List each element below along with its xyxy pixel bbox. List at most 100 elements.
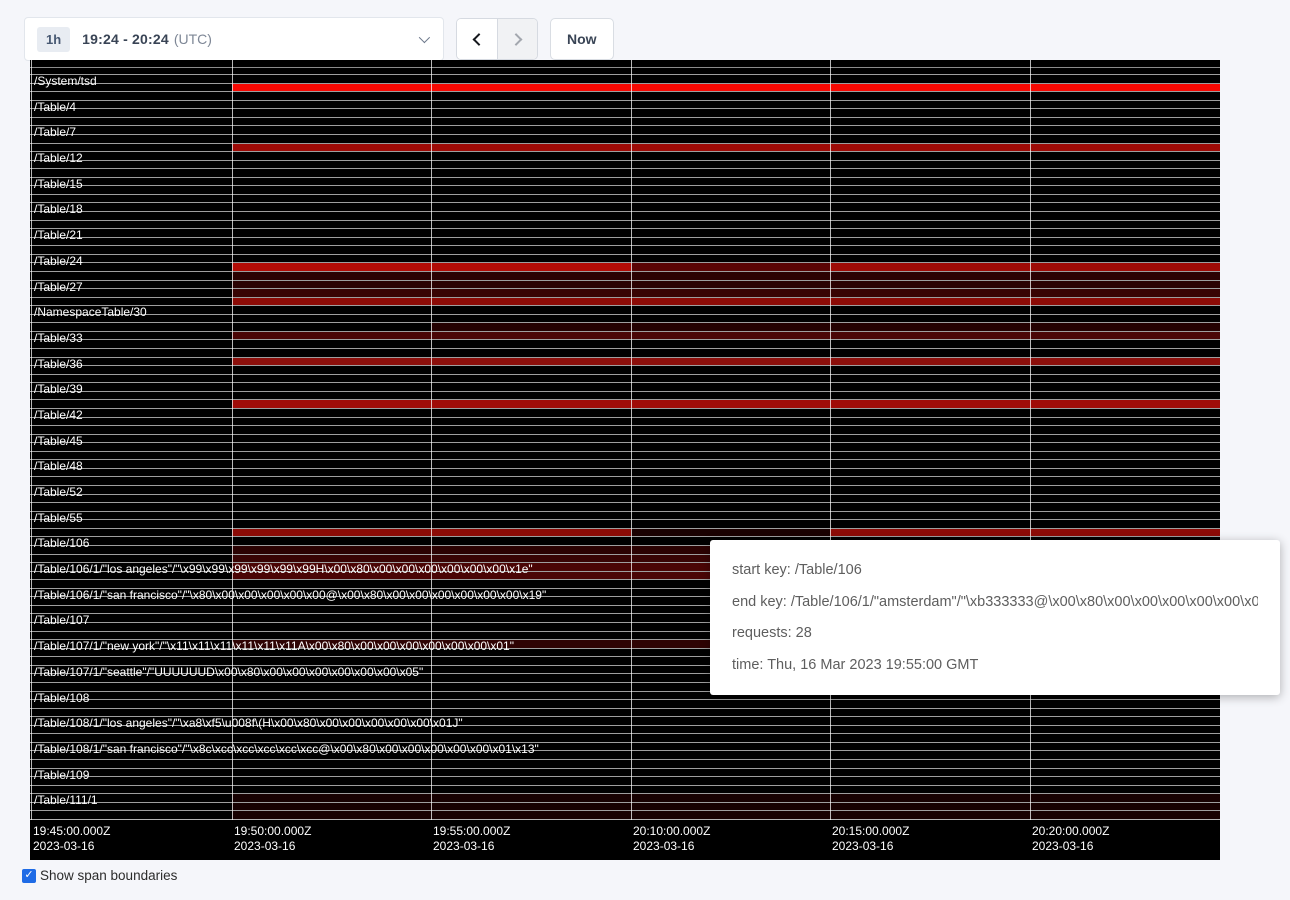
span-group[interactable]: /Table/45	[30, 434, 1220, 460]
span-group[interactable]: /Table/36	[30, 357, 1220, 383]
span-bucket-row[interactable]	[30, 331, 1220, 340]
span-group[interactable]: /Table/18	[30, 202, 1220, 228]
span-bucket-row[interactable]	[30, 74, 1220, 83]
span-group[interactable]: /Table/108/1/"san francisco"/"\x8c\xcc\x…	[30, 742, 1220, 768]
prev-range-button[interactable]	[457, 19, 497, 59]
span-bucket-row[interactable]	[30, 365, 1220, 374]
heat-cell[interactable]	[1030, 263, 1220, 271]
span-bucket-row[interactable]	[30, 245, 1220, 254]
span-group[interactable]: /Table/39	[30, 382, 1220, 408]
heat-cell[interactable]	[1030, 529, 1220, 537]
span-group[interactable]: /Table/55	[30, 511, 1220, 537]
span-bucket-row[interactable]	[30, 519, 1220, 528]
span-bucket-row[interactable]	[30, 374, 1220, 383]
heat-cell[interactable]	[431, 263, 631, 271]
span-bucket-row[interactable]	[30, 699, 1220, 708]
heat-band[interactable]	[232, 281, 1220, 289]
span-bucket-row[interactable]	[30, 425, 1220, 434]
span-group[interactable]: /Table/24	[30, 254, 1220, 280]
span-bucket-row[interactable]	[30, 511, 1220, 520]
span-group[interactable]: /Table/21	[30, 228, 1220, 254]
span-bucket-row[interactable]	[30, 254, 1220, 263]
show-span-boundaries-checkbox[interactable]: ✓	[22, 869, 36, 883]
heat-band[interactable]	[232, 794, 1220, 802]
heat-cell[interactable]	[631, 263, 830, 271]
span-bucket-row[interactable]	[30, 733, 1220, 742]
span-bucket-row[interactable]	[30, 442, 1220, 451]
now-button[interactable]: Now	[550, 18, 614, 60]
span-group[interactable]: /Table/33	[30, 331, 1220, 357]
span-group[interactable]: /NamespaceTable/30	[30, 305, 1220, 331]
span-group[interactable]: /Table/27	[30, 280, 1220, 306]
span-bucket-row[interactable]	[30, 476, 1220, 485]
span-bucket-row[interactable]	[30, 160, 1220, 169]
time-range-select[interactable]: 1h 19:24 - 20:24 (UTC)	[24, 17, 444, 61]
span-bucket-row[interactable]	[30, 305, 1220, 314]
span-bucket-row[interactable]	[30, 382, 1220, 391]
span-rows[interactable]: /System/tsd/Table/4/Table/7/Table/12/Tab…	[30, 60, 1220, 820]
span-bucket-row[interactable]	[30, 502, 1220, 511]
span-bucket-row[interactable]	[30, 357, 1220, 366]
span-bucket-row[interactable]	[30, 297, 1220, 306]
heat-band[interactable]	[232, 803, 1220, 811]
span-bucket-row[interactable]	[30, 399, 1220, 408]
span-bucket-row[interactable]	[30, 434, 1220, 443]
heat-cell[interactable]	[631, 323, 830, 331]
span-bucket-row[interactable]	[30, 802, 1220, 811]
heat-cell[interactable]	[1030, 323, 1220, 331]
span-bucket-row[interactable]	[30, 810, 1220, 819]
span-bucket-row[interactable]	[30, 339, 1220, 348]
heat-band[interactable]	[232, 811, 1220, 819]
span-bucket-row[interactable]	[30, 776, 1220, 785]
heat-cell[interactable]	[830, 323, 1030, 331]
span-bucket-row[interactable]	[30, 83, 1220, 92]
heat-band[interactable]	[232, 144, 1220, 152]
span-bucket-row[interactable]	[30, 100, 1220, 109]
span-bucket-row[interactable]	[30, 125, 1220, 134]
heat-band[interactable]	[232, 289, 1220, 297]
heat-cell[interactable]	[431, 529, 631, 537]
span-bucket-row[interactable]	[30, 185, 1220, 194]
span-bucket-row[interactable]	[30, 91, 1220, 100]
span-bucket-row[interactable]	[30, 168, 1220, 177]
span-bucket-row[interactable]	[30, 220, 1220, 229]
span-bucket-row[interactable]	[30, 459, 1220, 468]
span-bucket-row[interactable]	[30, 143, 1220, 152]
span-bucket-row[interactable]	[30, 485, 1220, 494]
span-group[interactable]: /Table/15	[30, 177, 1220, 203]
heat-cell[interactable]	[232, 529, 431, 537]
span-group[interactable]: /Table/42	[30, 408, 1220, 434]
span-bucket-row[interactable]	[30, 348, 1220, 357]
span-bucket-row[interactable]	[30, 785, 1220, 794]
span-bucket-row[interactable]	[30, 528, 1220, 537]
heat-cell[interactable]	[431, 323, 631, 331]
span-bucket-row[interactable]	[30, 288, 1220, 297]
span-group[interactable]: /Table/12	[30, 151, 1220, 177]
span-bucket-row[interactable]	[30, 237, 1220, 246]
span-bucket-row[interactable]	[30, 134, 1220, 143]
heat-band[interactable]	[232, 298, 1220, 306]
heat-band[interactable]	[232, 332, 1220, 340]
span-group[interactable]: /Table/108/1/"los angeles"/"\xa8\xf5\u00…	[30, 716, 1220, 742]
heat-cell[interactable]	[232, 263, 431, 271]
span-group[interactable]: /Table/52	[30, 485, 1220, 511]
heat-band[interactable]	[232, 84, 1220, 92]
span-bucket-row[interactable]	[30, 117, 1220, 126]
span-bucket-row[interactable]	[30, 391, 1220, 400]
span-bucket-row[interactable]	[30, 708, 1220, 717]
span-bucket-row[interactable]	[30, 271, 1220, 280]
span-bucket-row[interactable]	[30, 151, 1220, 160]
span-bucket-row[interactable]	[30, 417, 1220, 426]
span-bucket-row[interactable]	[30, 468, 1220, 477]
span-bucket-row[interactable]	[30, 211, 1220, 220]
span-group[interactable]: /Table/4	[30, 100, 1220, 126]
span-bucket-row[interactable]	[30, 314, 1220, 323]
span-bucket-row[interactable]	[30, 177, 1220, 186]
span-group[interactable]: /Table/48	[30, 459, 1220, 485]
span-bucket-row[interactable]	[30, 280, 1220, 289]
span-bucket-row[interactable]	[30, 451, 1220, 460]
heat-cell[interactable]	[830, 529, 1030, 537]
span-bucket-row[interactable]	[30, 194, 1220, 203]
span-group[interactable]: /Table/109	[30, 768, 1220, 794]
span-bucket-row[interactable]	[30, 262, 1220, 271]
